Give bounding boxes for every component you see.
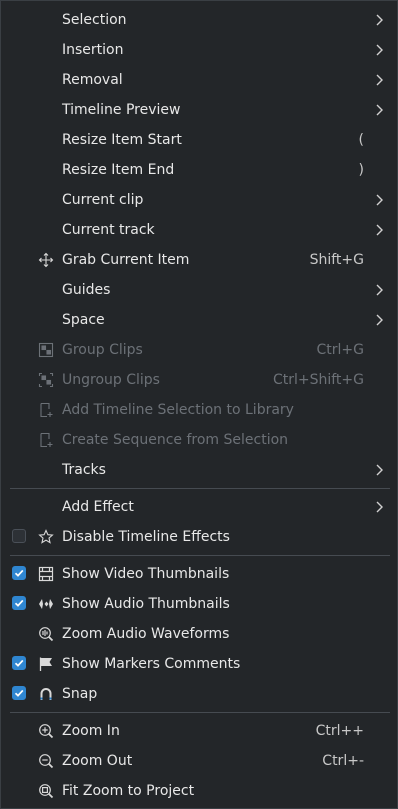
menu-item-zoom-in[interactable]: Zoom In Ctrl++ (1, 716, 397, 746)
menu-item-shortcut: Shift+G (309, 252, 364, 268)
menu-item-label: Create Sequence from Selection (62, 432, 289, 448)
submenu-arrow-icon (376, 14, 383, 26)
audio-waveform-icon (37, 595, 55, 613)
zoom-in-icon (37, 722, 55, 740)
menu-item-grab-current-item[interactable]: Grab Current Item Shift+G (1, 245, 397, 275)
menu-item-label: Show Video Thumbnails (62, 566, 230, 582)
move-arrows-icon (37, 251, 55, 269)
film-icon (37, 565, 55, 583)
submenu-arrow-icon (376, 284, 383, 296)
menu-item-snap[interactable]: Snap (1, 679, 397, 709)
menu-item-add-timeline-selection-to-library[interactable]: Add Timeline Selection to Library (1, 395, 397, 425)
submenu-arrow-icon (376, 314, 383, 326)
menu-item-label: Removal (62, 72, 123, 88)
show-audio-thumbnails-checkbox[interactable] (12, 596, 26, 610)
menu-item-show-video-thumbnails[interactable]: Show Video Thumbnails (1, 559, 397, 589)
menu-item-label: Tracks (62, 462, 106, 478)
star-icon (37, 528, 55, 546)
flag-icon (37, 655, 55, 673)
menu-item-show-markers-comments[interactable]: Show Markers Comments (1, 649, 397, 679)
show-markers-comments-checkbox[interactable] (12, 656, 26, 670)
menu-item-label: Add Effect (62, 499, 134, 515)
submenu-arrow-icon (376, 464, 383, 476)
zoom-waveform-icon (37, 625, 55, 643)
menu-item-zoom-audio-waveforms[interactable]: Zoom Audio Waveforms (1, 619, 397, 649)
menu-item-add-effect[interactable]: Add Effect (1, 492, 397, 522)
menu-separator (10, 712, 390, 713)
menu-item-label: Zoom Audio Waveforms (62, 626, 230, 642)
menu-separator (10, 488, 390, 489)
sequence-add-icon (37, 431, 55, 449)
show-video-thumbnails-checkbox[interactable] (12, 566, 26, 580)
submenu-arrow-icon (376, 74, 383, 86)
menu-item-shortcut: ) (358, 162, 364, 178)
menu-item-removal[interactable]: Removal (1, 65, 397, 95)
menu-item-fit-zoom-to-project[interactable]: Fit Zoom to Project (1, 776, 397, 806)
menu-item-space[interactable]: Space (1, 305, 397, 335)
menu-item-shortcut: Ctrl+- (322, 753, 364, 769)
zoom-fit-icon (37, 782, 55, 800)
submenu-arrow-icon (376, 501, 383, 513)
menu-item-label: Space (62, 312, 105, 328)
submenu-arrow-icon (376, 224, 383, 236)
menu-item-current-track[interactable]: Current track (1, 215, 397, 245)
menu-item-label: Current track (62, 222, 155, 238)
menu-item-label: Insertion (62, 42, 124, 58)
timeline-context-menu: Selection Insertion Removal Timeline Pre… (0, 0, 398, 809)
menu-item-shortcut: Ctrl+Shift+G (272, 372, 364, 388)
ungroup-icon (37, 371, 55, 389)
submenu-arrow-icon (376, 194, 383, 206)
group-icon (37, 341, 55, 359)
menu-item-label: Show Markers Comments (62, 656, 241, 672)
menu-item-current-clip[interactable]: Current clip (1, 185, 397, 215)
menu-item-ungroup-clips[interactable]: Ungroup Clips Ctrl+Shift+G (1, 365, 397, 395)
menu-separator (10, 555, 390, 556)
menu-item-label: Resize Item End (62, 162, 175, 178)
menu-item-resize-item-start[interactable]: Resize Item Start ( (1, 125, 397, 155)
menu-item-label: Zoom In (62, 723, 120, 739)
menu-item-zoom-out[interactable]: Zoom Out Ctrl+- (1, 746, 397, 776)
menu-item-label: Resize Item Start (62, 132, 182, 148)
menu-item-tracks[interactable]: Tracks (1, 455, 397, 485)
menu-item-disable-timeline-effects[interactable]: Disable Timeline Effects (1, 522, 397, 552)
menu-item-label: Disable Timeline Effects (62, 529, 230, 545)
menu-item-label: Ungroup Clips (62, 372, 160, 388)
menu-item-label: Show Audio Thumbnails (62, 596, 230, 612)
zoom-out-icon (37, 752, 55, 770)
menu-item-show-audio-thumbnails[interactable]: Show Audio Thumbnails (1, 589, 397, 619)
library-add-icon (37, 401, 55, 419)
menu-item-label: Zoom Out (62, 753, 133, 769)
menu-item-group-clips[interactable]: Group Clips Ctrl+G (1, 335, 397, 365)
snap-checkbox[interactable] (12, 686, 26, 700)
menu-item-shortcut: Ctrl++ (315, 723, 364, 739)
submenu-arrow-icon (376, 104, 383, 116)
menu-item-insertion[interactable]: Insertion (1, 35, 397, 65)
submenu-arrow-icon (376, 44, 383, 56)
menu-item-label: Snap (62, 686, 98, 702)
menu-item-selection[interactable]: Selection (1, 5, 397, 35)
menu-item-timeline-preview[interactable]: Timeline Preview (1, 95, 397, 125)
menu-item-shortcut: ( (358, 132, 364, 148)
menu-item-guides[interactable]: Guides (1, 275, 397, 305)
menu-item-shortcut: Ctrl+G (316, 342, 365, 358)
menu-item-label: Grab Current Item (62, 252, 190, 268)
menu-item-label: Timeline Preview (62, 102, 181, 118)
menu-item-label: Group Clips (62, 342, 143, 358)
menu-item-create-sequence-from-selection[interactable]: Create Sequence from Selection (1, 425, 397, 455)
menu-item-resize-item-end[interactable]: Resize Item End ) (1, 155, 397, 185)
menu-item-label: Guides (62, 282, 111, 298)
magnet-icon (37, 685, 55, 703)
menu-item-label: Add Timeline Selection to Library (62, 402, 294, 418)
disable-timeline-effects-checkbox[interactable] (12, 529, 26, 543)
menu-item-label: Fit Zoom to Project (62, 783, 195, 799)
menu-item-label: Current clip (62, 192, 144, 208)
menu-item-label: Selection (62, 12, 127, 28)
